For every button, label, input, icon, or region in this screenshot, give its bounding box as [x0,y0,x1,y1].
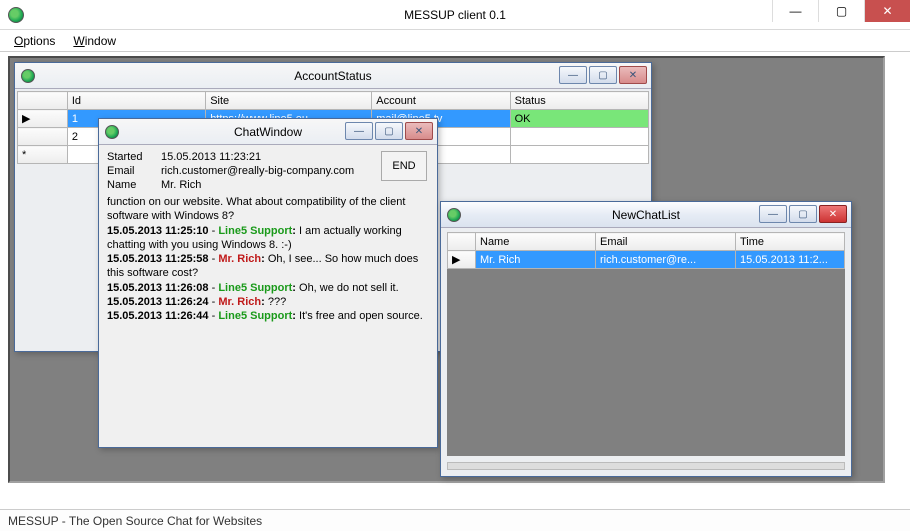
app-icon [8,7,24,23]
chat-window-maximize[interactable]: ▢ [375,122,403,140]
statusbar-text: MESSUP - The Open Source Chat for Websit… [8,514,262,528]
account-status-minimize[interactable]: — [559,66,587,84]
chat-transcript: function on our website. What about comp… [107,195,429,324]
minimize-button[interactable]: — [772,0,818,22]
chat-window[interactable]: ChatWindow — ▢ ✕ END Started 15.05.2013 … [98,118,438,448]
menu-options[interactable]: Options [14,34,55,48]
end-button[interactable]: END [381,151,427,181]
maximize-button[interactable]: ▢ [818,0,864,22]
new-chat-list-maximize[interactable]: ▢ [789,205,817,223]
account-status-close[interactable]: ✕ [619,66,647,84]
account-status-icon [21,69,35,83]
chat-window-icon [105,125,119,139]
col-id[interactable]: Id [67,92,205,110]
new-chat-list-grid[interactable]: Name Email Time ▶Mr. Richrich.customer@r… [447,232,845,269]
menubar: Options Window [0,30,910,52]
statusbar: MESSUP - The Open Source Chat for Websit… [0,509,910,531]
label-email: Email [107,165,161,177]
new-chat-list-minimize[interactable]: — [759,205,787,223]
close-button[interactable]: ✕ [864,0,910,22]
col-status[interactable]: Status [510,92,648,110]
chat-window-minimize[interactable]: — [345,122,373,140]
new-chat-list-close[interactable]: ✕ [819,205,847,223]
account-status-maximize[interactable]: ▢ [589,66,617,84]
col-time[interactable]: Time [736,233,845,251]
main-titlebar: MESSUP client 0.1 — ▢ ✕ [0,0,910,30]
menu-window[interactable]: Window [73,34,116,48]
label-started: Started [107,151,161,163]
grid-header-row: Id Site Account Status [18,92,649,110]
account-status-title: AccountStatus [15,69,651,83]
mdi-client: AccountStatus — ▢ ✕ Id Site Account Stat… [8,56,885,483]
new-chat-list-footer [447,462,845,470]
new-chat-list-window[interactable]: NewChatList — ▢ ✕ Name Email Time ▶Mr. R… [440,201,852,477]
col-email[interactable]: Email [596,233,736,251]
new-chat-list-icon [447,208,461,222]
grid-header-row: Name Email Time [448,233,845,251]
chat-window-close[interactable]: ✕ [405,122,433,140]
table-row[interactable]: ▶Mr. Richrich.customer@re...15.05.2013 1… [448,251,845,269]
col-name[interactable]: Name [476,233,596,251]
label-name: Name [107,179,161,191]
col-account[interactable]: Account [372,92,510,110]
col-site[interactable]: Site [206,92,372,110]
